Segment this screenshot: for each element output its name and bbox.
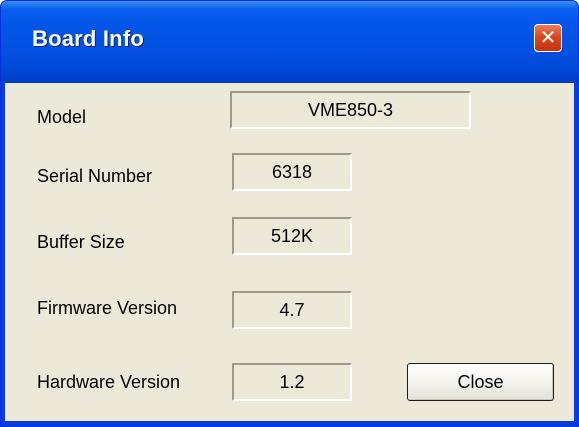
buffer-size-label: Buffer Size <box>37 232 125 252</box>
close-icon[interactable]: ✕ <box>534 24 562 52</box>
buffer-size-value-field: 512K <box>232 217 352 255</box>
title-bar[interactable]: Board Info ✕ <box>1 1 578 83</box>
firmware-version-value-field: 4.7 <box>232 291 352 329</box>
serial-number-label: Serial Number <box>37 166 153 186</box>
window-title: Board Info <box>32 26 144 51</box>
close-button[interactable]: Close <box>407 363 554 401</box>
firmware-version-label: Firmware Version <box>37 298 178 318</box>
model-value-field: VME850-3 <box>230 91 471 129</box>
board-info-dialog: Board Info ✕ Model VME850-3 Serial Numbe… <box>0 0 579 427</box>
dialog-body: Model VME850-3 Serial Number 6318 Buffer… <box>5 83 574 421</box>
model-label: Model <box>37 107 87 127</box>
hardware-version-value-field: 1.2 <box>232 363 352 401</box>
hardware-version-label: Hardware Version <box>37 372 181 392</box>
serial-number-value-field: 6318 <box>232 153 352 191</box>
